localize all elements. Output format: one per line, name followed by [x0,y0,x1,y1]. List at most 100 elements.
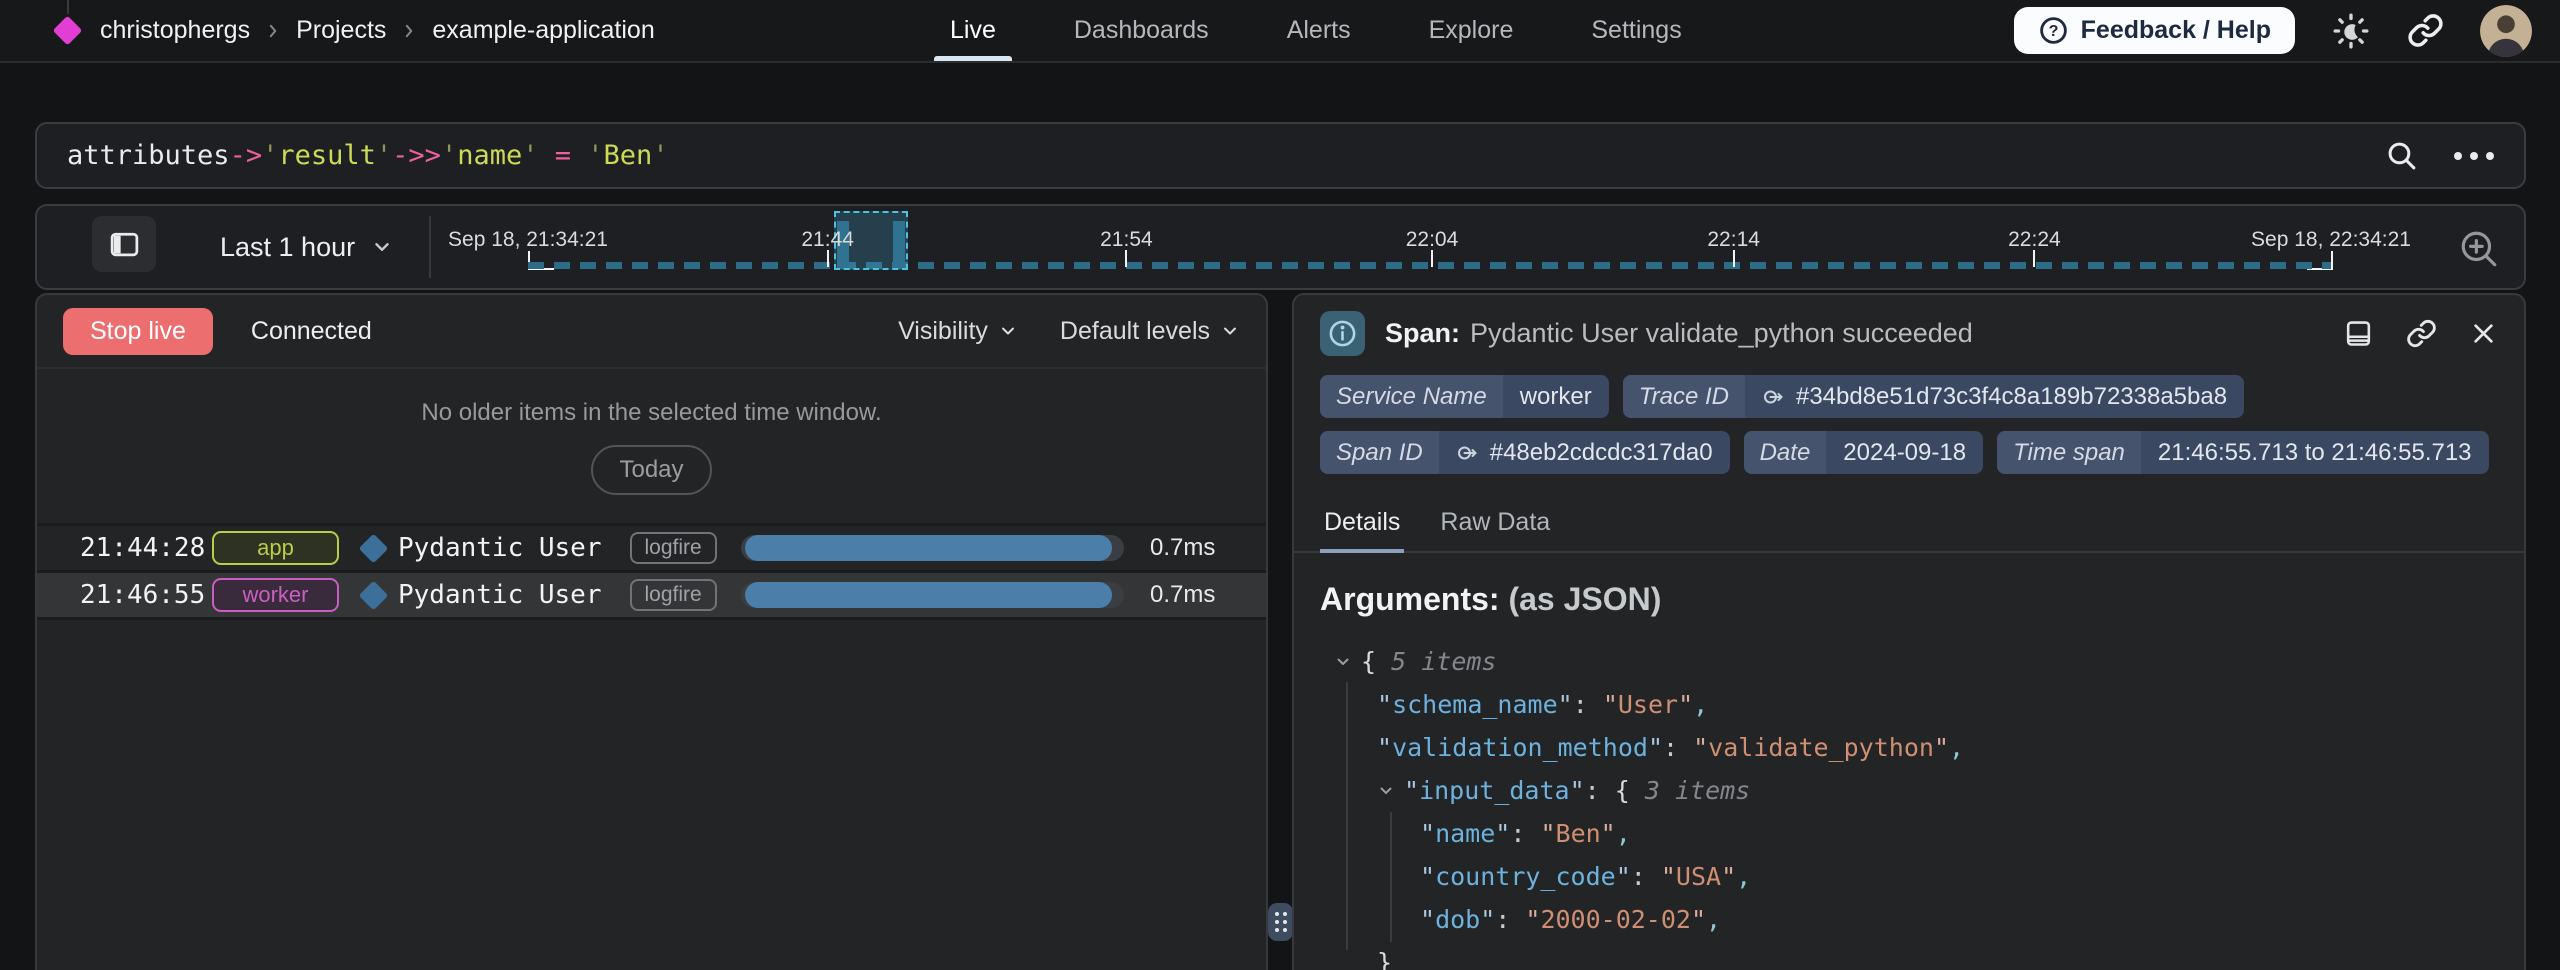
query-token: name [457,140,522,171]
user-avatar[interactable] [2480,5,2532,57]
info-icon [1320,311,1365,356]
theme-toggle-icon[interactable] [2331,11,2371,51]
svg-text:?: ? [2048,22,2058,40]
metadata-pill: Date2024-09-18 [1744,431,1983,474]
timeline-tick-label: 22:14 [1707,228,1760,252]
json-token: , [1616,819,1631,848]
environment-badge: worker [212,578,339,612]
feedback-help-button[interactable]: ? Feedback / Help [2014,7,2295,54]
span-title-text: Pydantic User validate_python succeeded [1470,318,1973,348]
sidebar-toggle-button[interactable] [92,216,156,272]
json-token: validate_python [1708,733,1934,762]
span-title: Span:Pydantic User validate_python succe… [1385,318,1973,349]
time-range-dropdown[interactable]: Last 1 hour [220,206,393,288]
span-list: 21:44:28appPydantic Userlogfire0.7ms21:4… [37,523,1266,620]
logo-indicator-line [67,0,69,14]
dock-panel-icon[interactable] [2343,318,2374,349]
collapse-chevron-icon[interactable] [1377,782,1404,800]
visibility-dropdown[interactable]: Visibility [898,317,1018,346]
metadata-value-text: 21:46:55.713 to 21:46:55.713 [2158,439,2472,467]
timeline-divider [429,216,431,278]
search-icon[interactable] [2385,139,2418,172]
empty-state: No older items in the selected time wind… [37,369,1266,495]
metadata-label: Span ID [1320,431,1439,474]
json-token: : [1663,733,1693,762]
json-token: , [1949,733,1964,762]
query-input[interactable]: attributes->'result'->>'name' = 'Ben' [67,140,669,171]
json-token: " [1601,819,1616,848]
json-token: " [1525,905,1540,934]
json-token: " [1661,862,1676,891]
json-token: " [1934,733,1949,762]
json-line: "validation_method": "validate_python", [1320,726,2498,769]
tab-explore[interactable]: Explore [1429,0,1514,61]
json-token: " [1540,819,1555,848]
timeline-tick [1733,250,1735,267]
close-icon[interactable] [2469,319,2498,348]
json-token: " [1377,733,1392,762]
sidebar-layout-icon [108,228,141,261]
query-token: ' [652,140,668,171]
more-options-icon[interactable] [2454,152,2494,160]
duration-bar [741,582,1124,608]
query-token: ' [587,140,603,171]
detail-panel-actions [2343,318,2498,349]
tab-live[interactable]: Live [950,0,996,61]
copy-link-icon[interactable] [2406,318,2437,349]
json-token: , [1693,690,1708,719]
metadata-value[interactable]: #34bd8e51d73c3f4c8a189b72338a5ba8 [1745,375,2244,418]
query-token: ' [376,140,392,171]
duration-label: 0.7ms [1150,534,1222,562]
timeline-tick-label: 21:54 [1100,228,1153,252]
json-token: 3 items [1645,776,1750,805]
default-levels-dropdown[interactable]: Default levels [1060,317,1240,346]
timeline-axis[interactable]: Sep 18, 21:34:21 Sep 18, 22:34:21 21:442… [528,206,2331,288]
chevron-down-icon [1220,321,1240,341]
span-diamond-icon [359,580,389,610]
json-line: } [1320,941,2498,970]
duration-bar-fill [745,535,1113,561]
breadcrumb-item[interactable]: Projects [296,16,386,45]
tab-dashboards[interactable]: Dashboards [1074,0,1209,61]
span-detail-panel: Span:Pydantic User validate_python succe… [1292,293,2526,970]
tab-raw-data[interactable]: Raw Data [1436,500,1554,551]
connection-status: Connected [251,317,372,346]
breadcrumb-item[interactable]: example-application [432,16,654,45]
json-token: " [1495,819,1510,848]
metadata-label: Service Name [1320,375,1503,418]
metadata-pill: Trace ID#34bd8e51d73c3f4c8a189b72338a5ba… [1623,375,2244,418]
detail-tabs: Details Raw Data [1294,490,2524,553]
panel-resize-handle[interactable] [1268,903,1293,941]
json-token: validation_method [1392,733,1648,762]
metadata-label: Date [1744,431,1827,474]
logfire-logo-icon[interactable] [53,16,83,46]
arguments-heading: Arguments: (as JSON) [1320,581,2498,618]
arguments-heading-text: Arguments: [1320,581,1500,617]
today-button[interactable]: Today [591,445,711,495]
breadcrumb-item[interactable]: christophergs [100,16,250,45]
span-row[interactable]: 21:44:28appPydantic Userlogfire0.7ms [37,526,1266,573]
visibility-label: Visibility [898,317,988,346]
detail-panel-header: Span:Pydantic User validate_python succe… [1320,295,2498,367]
top-nav: christophergs Projects example-application… [0,0,2560,63]
json-token: USA [1676,862,1721,891]
json-token: : [1631,862,1661,891]
metadata-value-text: worker [1520,383,1592,411]
tab-details[interactable]: Details [1320,500,1404,551]
collapse-chevron-icon[interactable] [1334,653,1361,671]
tab-settings[interactable]: Settings [1591,0,1681,61]
share-link-icon[interactable] [2407,12,2444,49]
metadata-value[interactable]: #48eb2cdcdc317da0 [1439,431,1730,474]
query-token: ' [441,140,457,171]
span-row[interactable]: 21:46:55workerPydantic Userlogfire0.7ms [37,573,1266,620]
json-token: input_data [1419,776,1570,805]
link-circle-icon [1762,385,1786,409]
stop-live-button[interactable]: Stop live [63,308,213,355]
span-timestamp: 21:44:28 [80,533,212,563]
metadata-pill: Service Name worker [1320,375,1609,418]
timeline-end-tick [2331,251,2333,270]
json-token: country_code [1435,862,1616,891]
zoom-in-icon[interactable] [2458,228,2500,270]
query-bar[interactable]: attributes->'result'->>'name' = 'Ben' [35,122,2526,189]
tab-alerts[interactable]: Alerts [1287,0,1351,61]
